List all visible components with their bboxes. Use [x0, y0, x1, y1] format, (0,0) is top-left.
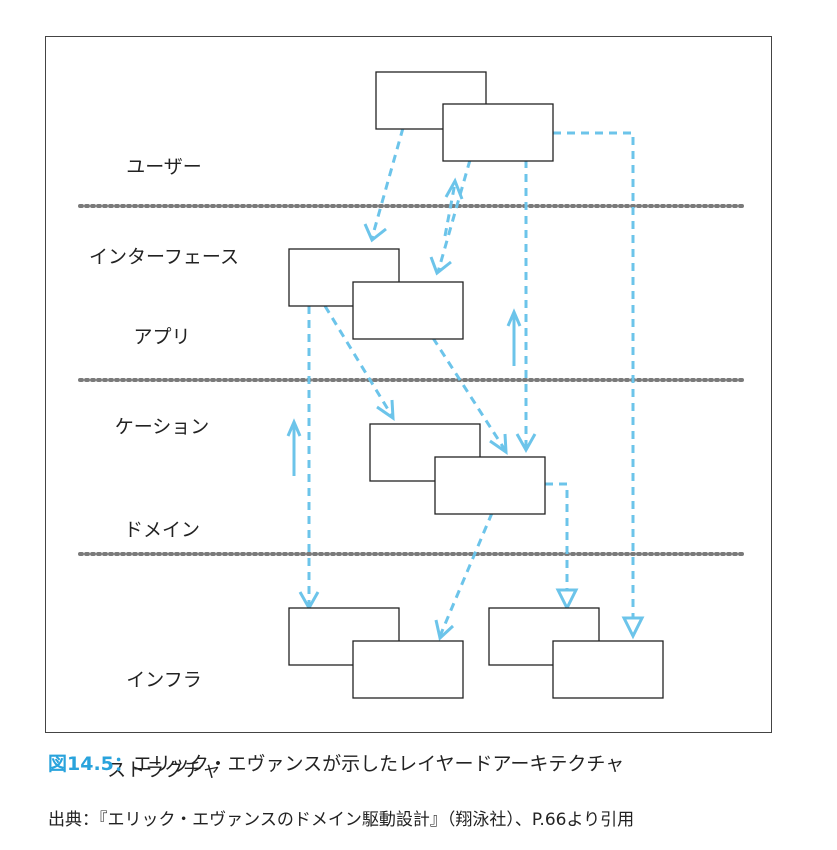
arrow-app-to-infra: [298, 306, 320, 612]
figure-number: 図14.5：: [48, 753, 133, 775]
infra-box-left-front: [352, 640, 464, 699]
layer-label-line: ケーション: [114, 416, 210, 438]
layer-label-line: ドメイン: [123, 519, 200, 541]
figure-caption-text: エリック・エヴァンスが示したレイヤードアーキテクチャ: [132, 753, 625, 775]
layer-label-line: ユーザー: [126, 156, 202, 178]
arrow-infra-up-to-domain: [286, 418, 302, 476]
layer-label-domain: ドメイン: [62, 455, 262, 575]
app-box-front: [352, 281, 464, 340]
layer-label-application: アプリ ケーション: [62, 262, 262, 472]
arrow-domain-up-to-app: [506, 308, 522, 366]
arrow-ui-to-app-2: [429, 159, 472, 276]
component-boxes: [288, 71, 664, 699]
ui-box-front: [442, 103, 554, 162]
arrow-domain-to-infra-1: [434, 512, 494, 641]
infra-box-right-front: [552, 640, 664, 699]
arrow-ui-to-domain: [515, 160, 537, 454]
arrow-domain-to-infra-2: [545, 482, 579, 612]
source-citation: 出典：『エリック・エヴァンスのドメイン駆動設計』（翔泳社）、P.66より引用: [48, 810, 635, 830]
layer-label-line: インフラ: [126, 669, 202, 691]
figure-caption: 図14.5：エリック・エヴァンスが示したレイヤードアーキテクチャ: [48, 752, 624, 776]
arrow-app-up-to-ui: [443, 177, 464, 237]
domain-box-front: [434, 456, 546, 515]
arrow-ui-to-app-1: [363, 127, 405, 243]
layer-label-line: アプリ: [133, 326, 191, 348]
layer-label-infrastructure: インフラ ストラクチャ: [64, 605, 264, 815]
